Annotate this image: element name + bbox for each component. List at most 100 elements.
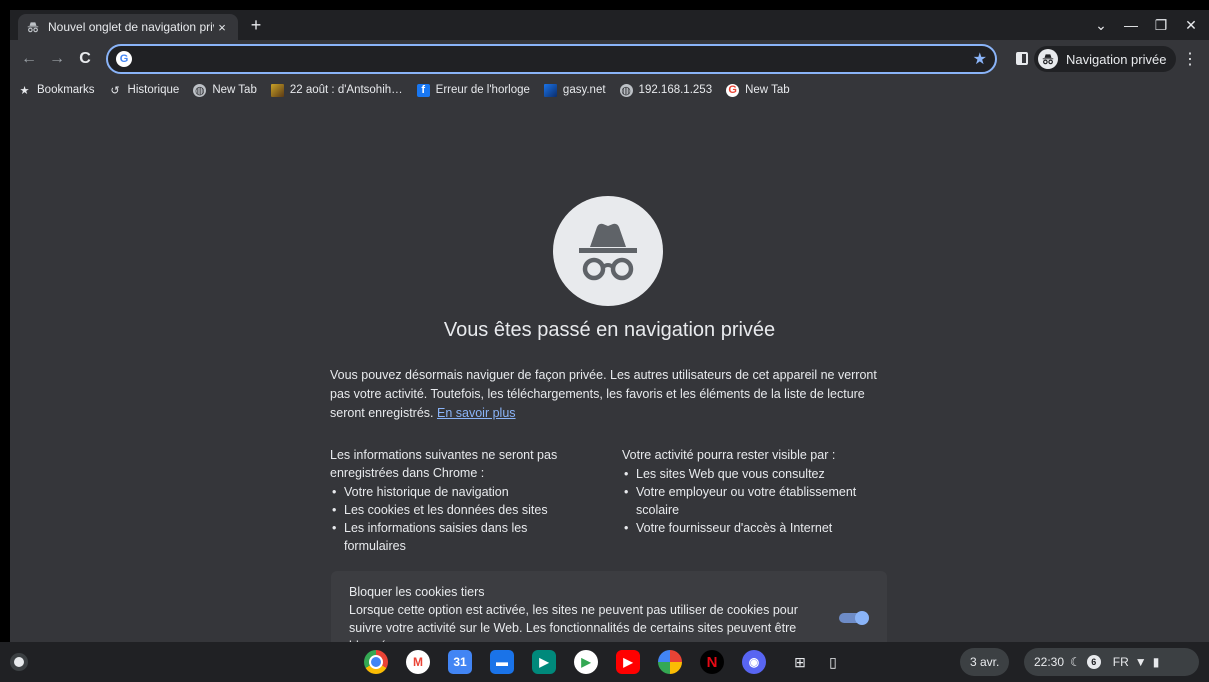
- window-controls: ⌄ — ❐ ✕: [1087, 14, 1205, 36]
- time-label: 22:30: [1034, 655, 1065, 669]
- not-saved-list: Votre historique de navigation Les cooki…: [330, 483, 590, 555]
- minimize-button[interactable]: —: [1117, 14, 1145, 36]
- intro-text: Vous pouvez désormais naviguer de façon …: [330, 366, 892, 423]
- bookmark-new-tab[interactable]: ◍ New Tab: [193, 83, 257, 97]
- learn-more-link[interactable]: En savoir plus: [437, 406, 516, 420]
- shelf: M 31 ▬ ▶ ▶ ▶ N ◉ ⊞ ▯ 3 avr. 22:30 ☾ 6 FR…: [0, 642, 1209, 682]
- cookies-description: Lorsque cette option est activée, les si…: [349, 603, 798, 642]
- gmail-app-icon[interactable]: M: [406, 650, 430, 674]
- notification-count-badge: 6: [1086, 655, 1101, 669]
- reload-button[interactable]: C: [72, 46, 98, 72]
- bookmark-star-icon[interactable]: ★: [973, 49, 987, 69]
- toolbar: ← → C G ★ Navigation privée ⋮: [10, 40, 1209, 78]
- tab-strip: Nouvel onglet de navigation privée × + ⌄…: [10, 10, 1209, 40]
- restore-button[interactable]: ❐: [1147, 14, 1175, 36]
- visible-heading: Votre activité pourra rester visible par…: [622, 446, 892, 464]
- calendar-app-icon[interactable]: 31: [448, 650, 472, 674]
- bookmark-new-tab-google[interactable]: G New Tab: [726, 83, 790, 97]
- photos-app-icon[interactable]: [658, 650, 682, 674]
- list-item: Votre employeur ou votre établissement s…: [622, 483, 892, 519]
- tab-search-chevron-icon[interactable]: ⌄: [1087, 14, 1115, 36]
- bookmark-label: Bookmarks: [37, 84, 95, 96]
- heading-emphasis: pourra rester visible: [697, 448, 807, 462]
- list-item: Les informations saisies dans les formul…: [330, 519, 590, 555]
- incognito-page: Vous êtes passé en navigation privée Vou…: [10, 102, 1209, 642]
- files-app-icon[interactable]: ▬: [490, 650, 514, 674]
- date-tray[interactable]: 3 avr.: [960, 648, 1010, 676]
- tab-close-icon[interactable]: ×: [214, 19, 230, 35]
- not-saved-heading: Les informations suivantes ne seront pas…: [330, 446, 590, 482]
- youtube-app-icon[interactable]: ▶: [616, 650, 640, 674]
- side-panel-icon[interactable]: [1016, 52, 1028, 65]
- launcher-button[interactable]: [10, 653, 28, 671]
- toggle-knob: [855, 611, 869, 625]
- bookmark-label: 192.168.1.253: [638, 84, 713, 96]
- bookmark-label: New Tab: [745, 84, 790, 96]
- play-store-app-icon[interactable]: ▶: [574, 650, 598, 674]
- date-label: 3 avr.: [970, 655, 1000, 669]
- incognito-icon: [1038, 49, 1058, 69]
- heading-text: Votre activité: [622, 448, 698, 462]
- heading-text: enregistrées dans Chrome :: [330, 466, 485, 480]
- bookmark-erreur-horloge[interactable]: f Erreur de l'horloge: [416, 83, 530, 97]
- close-window-button[interactable]: ✕: [1177, 14, 1205, 36]
- status-tray[interactable]: 22:30 ☾ 6 FR ▼ ▮: [1024, 648, 1199, 676]
- gasy-icon: [543, 83, 557, 97]
- bookmark-gasy-net[interactable]: gasy.net: [543, 83, 606, 97]
- heading-text: Les informations suivantes: [330, 448, 482, 462]
- incognito-label: Navigation privée: [1066, 51, 1167, 67]
- new-tab-button[interactable]: +: [246, 15, 266, 35]
- wifi-icon: ▼: [1134, 655, 1147, 669]
- discord-app-icon[interactable]: ◉: [742, 650, 766, 674]
- bookmarks-bar: ★ Bookmarks ↺ Historique ◍ New Tab 22 ao…: [10, 78, 1209, 102]
- netflix-app-icon[interactable]: N: [700, 650, 724, 674]
- bookmark-ip[interactable]: ◍ 192.168.1.253: [619, 83, 713, 97]
- omnibox[interactable]: G ★: [106, 44, 997, 74]
- list-item: Votre fournisseur d'accès à Internet: [622, 519, 892, 537]
- not-saved-section: Les informations suivantes ne seront pas…: [330, 446, 590, 555]
- google-icon: G: [116, 51, 132, 67]
- forward-button[interactable]: →: [44, 46, 70, 72]
- page-title: Vous êtes passé en navigation privée: [443, 319, 776, 341]
- menu-icon[interactable]: ⋮: [1180, 48, 1200, 70]
- cookies-toggle[interactable]: [839, 611, 869, 625]
- chrome-app-icon[interactable]: [364, 650, 388, 674]
- bookmark-label: gasy.net: [562, 84, 606, 96]
- phone-hub-icon[interactable]: ▯: [823, 652, 843, 672]
- list-item: Les sites Web que vous consultez: [622, 465, 892, 483]
- bookmark-historique[interactable]: ↺ Historique: [109, 84, 180, 97]
- list-item: Votre historique de navigation: [330, 483, 590, 501]
- bookmark-label: Erreur de l'horloge: [435, 84, 530, 96]
- battery-icon: ▮: [1152, 655, 1160, 669]
- intro-body: Vous pouvez désormais naviguer de façon …: [330, 368, 877, 420]
- bookmark-label: Historique: [127, 84, 180, 96]
- bookmark-label: New Tab: [212, 84, 257, 96]
- bookmark-22-aout[interactable]: 22 août : d'Antsohih…: [270, 83, 403, 97]
- address-input[interactable]: [132, 51, 973, 67]
- heading-text: par :: [806, 448, 836, 462]
- bookmark-label: 22 août : d'Antsohih…: [289, 84, 403, 96]
- incognito-logo-icon: [553, 196, 663, 306]
- meet-app-icon[interactable]: ▶: [532, 650, 556, 674]
- facebook-icon: f: [416, 83, 430, 97]
- list-item: Les cookies et les données des sites: [330, 501, 590, 519]
- browser-window: Nouvel onglet de navigation privée × + ⌄…: [10, 10, 1209, 642]
- google-icon: G: [726, 83, 740, 97]
- do-not-disturb-icon: ☾: [1070, 655, 1081, 669]
- tab-title: Nouvel onglet de navigation privée: [48, 20, 214, 34]
- bookmark-bookmarks[interactable]: ★ Bookmarks: [18, 84, 95, 97]
- third-party-cookies-card: Bloquer les cookies tiers Lorsque cette …: [331, 571, 887, 642]
- language-label: FR: [1112, 655, 1129, 669]
- site-image-icon: [270, 83, 284, 97]
- incognito-icon: [26, 20, 40, 34]
- cookies-title: Bloquer les cookies tiers: [349, 585, 485, 599]
- incognito-profile-button[interactable]: Navigation privée: [1034, 46, 1177, 72]
- tab-incognito[interactable]: Nouvel onglet de navigation privée ×: [18, 14, 238, 40]
- visible-list: Les sites Web que vous consultez Votre e…: [622, 465, 892, 537]
- globe-icon: ◍: [619, 83, 633, 97]
- history-icon: ↺: [110, 84, 120, 97]
- star-icon: ★: [19, 84, 30, 97]
- back-button[interactable]: ←: [16, 46, 42, 72]
- holding-space-icon[interactable]: ⊞: [790, 652, 810, 672]
- heading-emphasis: ne seront pas: [481, 448, 558, 462]
